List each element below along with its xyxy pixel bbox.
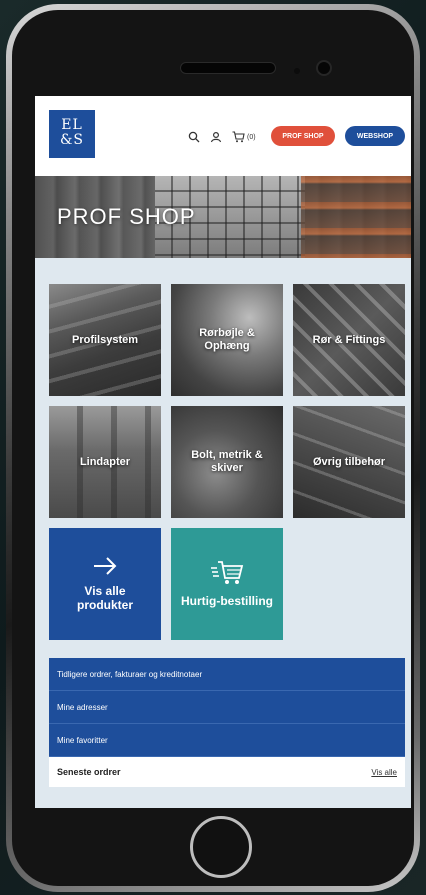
category-tile-profilsystem[interactable]: Profilsystem xyxy=(49,284,161,396)
category-label: Profilsystem xyxy=(71,333,139,346)
webshop-button[interactable]: WEBSHOP xyxy=(345,126,405,146)
page-title: PROF SHOP xyxy=(57,204,196,229)
home-button[interactable] xyxy=(190,816,252,878)
category-tile-lindapter[interactable]: Lindapter xyxy=(49,406,161,518)
cart-icon[interactable] xyxy=(231,130,245,144)
logo[interactable]: EL &S xyxy=(49,110,95,158)
search-icon[interactable] xyxy=(187,130,201,144)
header-icons: (0) xyxy=(187,130,256,144)
cart-count: (0) xyxy=(247,133,256,141)
phone-frame: EL &S (0) PROF SHOP WEBSHOP PROF SHOP Pr… xyxy=(6,4,420,892)
phone-body: EL &S (0) PROF SHOP WEBSHOP PROF SHOP Pr… xyxy=(12,10,414,886)
category-label: Bolt, metrik & skiver xyxy=(191,449,263,474)
account-links: Tidligere ordrer, fakturaer og kreditnot… xyxy=(49,658,405,787)
hero-banner: PROF SHOP xyxy=(35,176,411,258)
fast-cart-icon xyxy=(211,561,244,584)
arrow-right-icon xyxy=(94,557,117,575)
app-screen: EL &S (0) PROF SHOP WEBSHOP PROF SHOP Pr… xyxy=(35,96,411,808)
category-tile-oevrig[interactable]: Øvrig tilbehør xyxy=(293,406,405,518)
phone-speaker xyxy=(180,62,276,74)
site-header: EL &S (0) PROF SHOP WEBSHOP xyxy=(35,96,411,176)
recent-orders-title: Seneste ordrer xyxy=(57,767,121,777)
quick-order-button[interactable]: Hurtig-bestilling xyxy=(171,528,283,640)
category-label: Lindapter xyxy=(79,455,131,468)
logo-line-1: EL xyxy=(61,117,83,133)
category-label: Rør & Fittings xyxy=(312,333,386,346)
link-previous-orders[interactable]: Tidligere ordrer, fakturaer og kreditnot… xyxy=(49,658,405,691)
see-all-orders-link[interactable]: Vis alle xyxy=(371,768,397,777)
user-icon[interactable] xyxy=(209,130,223,144)
category-tile-roerboejle[interactable]: Rørbøjle & Ophæng xyxy=(171,284,283,396)
logo-line-2: &S xyxy=(59,132,85,148)
category-label: Øvrig tilbehør xyxy=(312,455,386,468)
prof-shop-button[interactable]: PROF SHOP xyxy=(271,126,335,146)
hero-image-rack xyxy=(301,176,411,258)
link-my-addresses[interactable]: Mine adresser xyxy=(49,691,405,724)
recent-orders-row: Seneste ordrer Vis alle xyxy=(49,757,405,787)
category-tile-roer-fittings[interactable]: Rør & Fittings xyxy=(293,284,405,396)
link-my-favorites[interactable]: Mine favoritter xyxy=(49,724,405,757)
phone-sensor xyxy=(294,68,300,74)
category-label: Rørbøjle & Ophæng xyxy=(199,327,255,352)
all-products-label: Vis alle produkter xyxy=(76,584,133,612)
quick-order-label: Hurtig-bestilling xyxy=(181,594,273,608)
all-products-button[interactable]: Vis alle produkter xyxy=(49,528,161,640)
category-tile-bolt[interactable]: Bolt, metrik & skiver xyxy=(171,406,283,518)
category-grid: Profilsystem Rørbøjle & Ophæng Rør & Fit… xyxy=(49,284,405,640)
phone-camera xyxy=(316,60,332,76)
